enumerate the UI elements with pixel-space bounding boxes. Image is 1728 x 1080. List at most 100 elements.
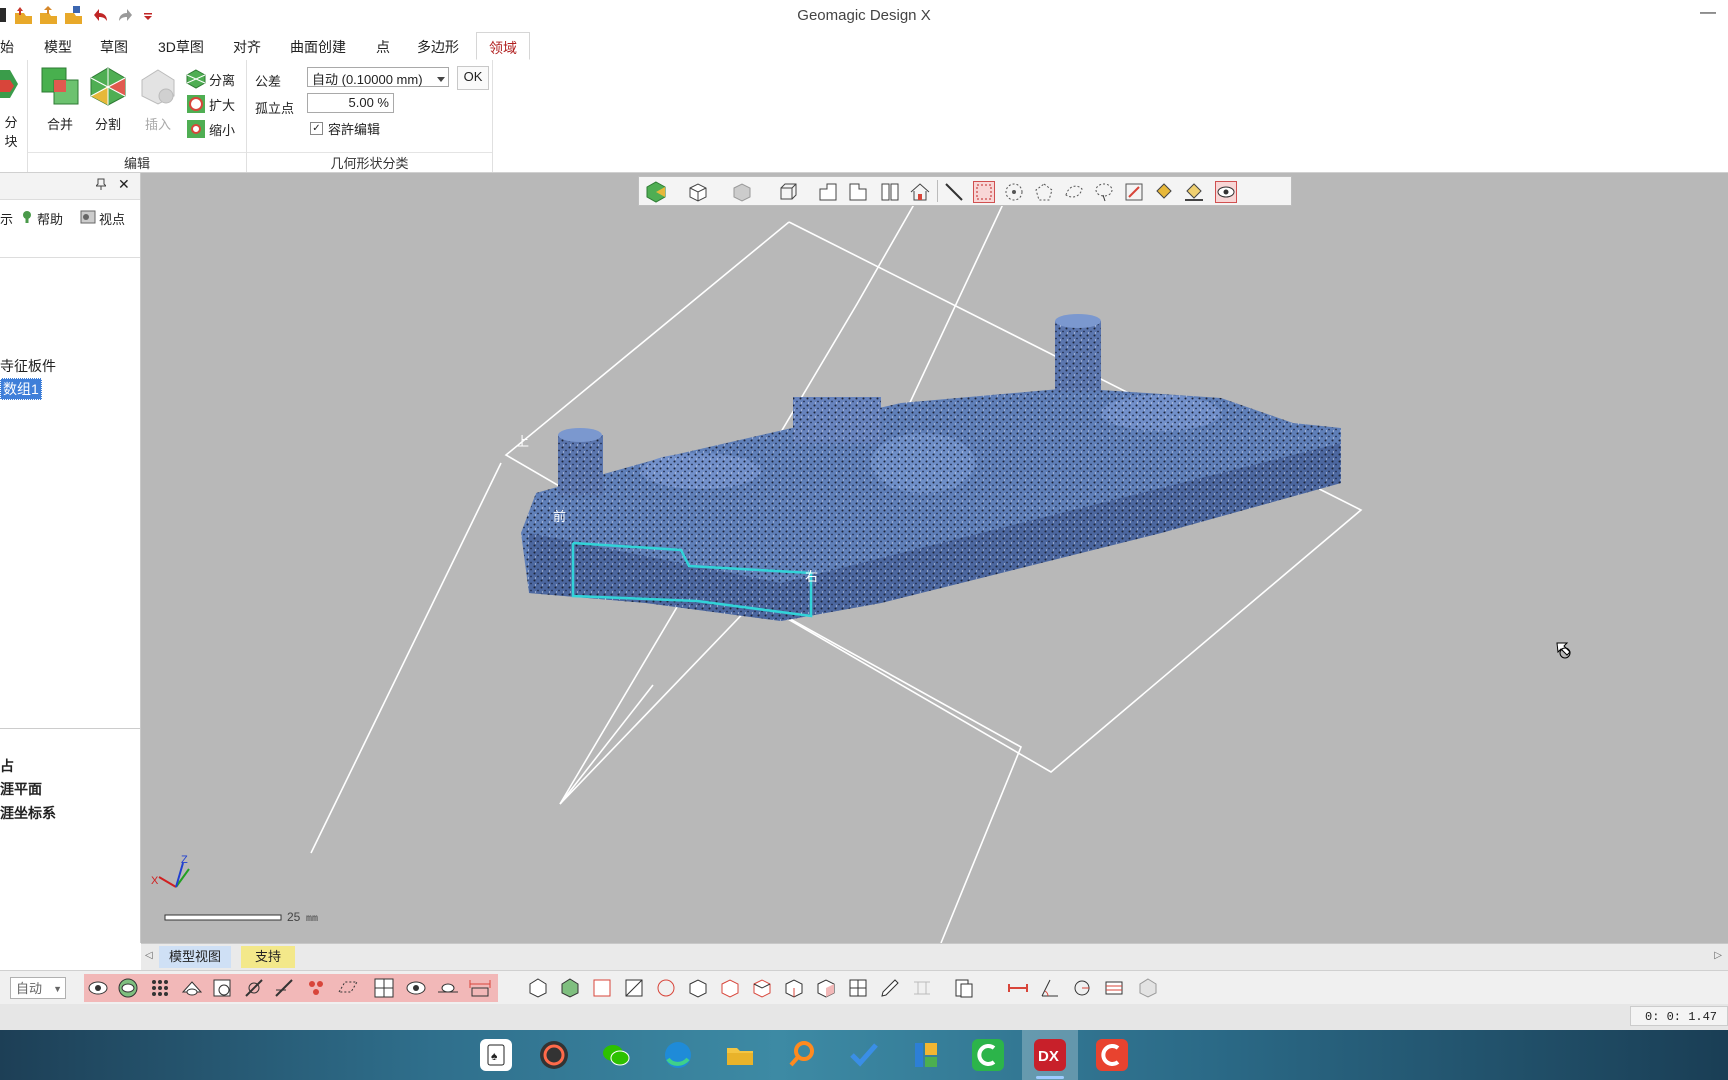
circle-select-icon[interactable] bbox=[1003, 181, 1025, 203]
divide-button[interactable]: 分割 bbox=[86, 66, 130, 134]
minimize-button[interactable]: — bbox=[1700, 4, 1716, 22]
grid-select-icon[interactable] bbox=[846, 976, 870, 1000]
wechat-app-icon[interactable] bbox=[600, 1039, 632, 1071]
close-icon[interactable]: ✕ bbox=[118, 176, 130, 193]
filter-mesh-icon[interactable] bbox=[116, 976, 140, 1000]
tab-sketch[interactable]: 草图 bbox=[100, 37, 128, 57]
tab-align[interactable]: 对齐 bbox=[233, 37, 261, 57]
tree-item-feature-plate[interactable]: 寺征板件 bbox=[0, 356, 56, 376]
insert-button[interactable]: 插入 bbox=[136, 66, 180, 134]
design-x-app-icon[interactable]: DX bbox=[1034, 1039, 1066, 1071]
brush-select-icon[interactable] bbox=[1123, 181, 1145, 203]
render-mode-icon[interactable] bbox=[645, 181, 667, 203]
dimension-disabled-icon[interactable] bbox=[910, 976, 934, 1000]
tab-polygon[interactable]: 多边形 bbox=[417, 37, 459, 57]
expand-button[interactable]: 扩大 bbox=[186, 93, 235, 115]
view-cube-icon[interactable] bbox=[687, 181, 709, 203]
section-view-icon[interactable] bbox=[879, 181, 901, 203]
filter-face-icon[interactable] bbox=[210, 976, 234, 1000]
todo-app-icon[interactable] bbox=[848, 1039, 880, 1071]
tab-surface-create[interactable]: 曲面创建 bbox=[290, 37, 346, 57]
loop-select-icon[interactable] bbox=[654, 976, 678, 1000]
side-view-icon[interactable] bbox=[847, 181, 869, 203]
store-app-icon[interactable] bbox=[910, 1039, 942, 1071]
tab-model-view[interactable]: 模型视图 bbox=[159, 946, 232, 968]
box-corner-select-icon[interactable] bbox=[750, 976, 774, 1000]
scroll-right-icon[interactable]: ▷ bbox=[1714, 950, 1722, 961]
tab-3d-sketch[interactable]: 3D草图 bbox=[158, 37, 204, 57]
point-cloud-model[interactable] bbox=[521, 314, 1341, 621]
feature-tree-panel: ✕ 示 帮助 视点 寺征板件 数组1 占 涯平面 涯坐标系 bbox=[0, 173, 141, 943]
display-tab[interactable]: 示 bbox=[0, 209, 13, 228]
measure-deviation-icon[interactable] bbox=[1102, 976, 1126, 1000]
ok-button[interactable]: OK bbox=[457, 66, 489, 90]
filter-region-icon[interactable] bbox=[180, 976, 204, 1000]
filter-plane-icon[interactable] bbox=[336, 976, 360, 1000]
tab-point[interactable]: 点 bbox=[376, 37, 390, 57]
filter-curve-icon[interactable] bbox=[272, 976, 296, 1000]
surface-select-icon[interactable] bbox=[590, 976, 614, 1000]
rectangle-select-icon[interactable] bbox=[973, 181, 995, 203]
measure-angle-icon[interactable] bbox=[1038, 976, 1062, 1000]
pin-icon[interactable] bbox=[94, 178, 108, 193]
file-explorer-icon[interactable] bbox=[724, 1039, 756, 1071]
tab-model[interactable]: 模型 bbox=[44, 37, 72, 57]
feature-select-icon[interactable] bbox=[526, 976, 550, 1000]
allow-edit-checkbox[interactable]: ✓ 容許编辑 bbox=[310, 119, 380, 138]
filter-grid-icon[interactable] bbox=[372, 976, 396, 1000]
clipboard-icon[interactable] bbox=[952, 976, 976, 1000]
wireframe-box-icon[interactable] bbox=[777, 181, 799, 203]
viewpoint-button[interactable]: 视点 bbox=[80, 209, 125, 228]
scroll-left-icon[interactable]: ◁ bbox=[145, 950, 153, 961]
camtasia-red-icon[interactable] bbox=[1096, 1039, 1128, 1071]
box-edge-select-icon[interactable] bbox=[782, 976, 806, 1000]
visibility-eye-icon[interactable] bbox=[1215, 181, 1237, 203]
search-app-icon[interactable] bbox=[786, 1039, 818, 1071]
tree-item-coordinate-system[interactable]: 涯坐标系 bbox=[0, 803, 56, 823]
separate-button[interactable]: 分离 bbox=[186, 68, 235, 90]
3d-viewport[interactable]: 上 前 右 X Z 25 mm bbox=[141, 173, 1728, 943]
line-select-icon[interactable] bbox=[943, 181, 965, 203]
tab-region[interactable]: 领域 bbox=[476, 32, 530, 60]
measure-radius-icon[interactable] bbox=[1070, 976, 1094, 1000]
tree-item-array-selected[interactable]: 数组1 bbox=[0, 378, 42, 400]
shading-mode-icon[interactable] bbox=[731, 181, 753, 203]
filter-dimension-icon[interactable] bbox=[468, 976, 492, 1000]
select-mode-dropdown[interactable]: 自动 ▼ bbox=[10, 977, 66, 999]
box-red-select-icon[interactable] bbox=[718, 976, 742, 1000]
sketch-select-icon[interactable] bbox=[622, 976, 646, 1000]
music-app-icon[interactable] bbox=[538, 1039, 570, 1071]
paint-bucket-icon[interactable] bbox=[1153, 181, 1175, 203]
isolated-points-input[interactable]: 5.00 % bbox=[307, 93, 394, 113]
body-select-icon[interactable] bbox=[558, 976, 582, 1000]
freeform-select-icon[interactable] bbox=[1063, 181, 1085, 203]
tab-start[interactable]: 始 bbox=[0, 37, 14, 57]
solitaire-app-icon[interactable]: ♠ bbox=[480, 1039, 512, 1071]
edge-browser-icon[interactable] bbox=[662, 1039, 694, 1071]
fill-select-icon[interactable] bbox=[1183, 181, 1205, 203]
tree-item-plane[interactable]: 涯平面 bbox=[0, 779, 42, 799]
filter-vertex-icon[interactable] bbox=[304, 976, 328, 1000]
box-face-select-icon[interactable] bbox=[814, 976, 838, 1000]
tab-support[interactable]: 支持 bbox=[241, 946, 296, 968]
merge-button[interactable]: 合并 bbox=[38, 66, 82, 134]
front-view-icon[interactable] bbox=[817, 181, 839, 203]
filter-edge-icon[interactable] bbox=[242, 976, 266, 1000]
polygon-select-icon[interactable] bbox=[1033, 181, 1055, 203]
filter-axis-icon[interactable] bbox=[436, 976, 460, 1000]
camtasia-green-icon[interactable] bbox=[972, 1039, 1004, 1071]
pen-select-icon[interactable] bbox=[878, 976, 902, 1000]
lasso-select-icon[interactable] bbox=[1093, 181, 1115, 203]
house-view-icon[interactable] bbox=[909, 181, 931, 203]
box-select-icon[interactable] bbox=[686, 976, 710, 1000]
help-button[interactable]: 帮助 bbox=[20, 209, 63, 228]
filter-view-icon[interactable] bbox=[404, 976, 428, 1000]
tolerance-select[interactable]: 自动 (0.10000 mm) bbox=[307, 67, 449, 87]
shrink-button[interactable]: 缩小 bbox=[186, 118, 235, 140]
split-block-button[interactable]: 分块 bbox=[0, 66, 22, 149]
tree-item-point[interactable]: 占 bbox=[0, 756, 14, 776]
measure-distance-icon[interactable] bbox=[1006, 976, 1030, 1000]
display-options-icon[interactable] bbox=[1136, 976, 1160, 1000]
filter-eye-all-icon[interactable] bbox=[86, 976, 110, 1000]
filter-points-icon[interactable] bbox=[148, 976, 172, 1000]
